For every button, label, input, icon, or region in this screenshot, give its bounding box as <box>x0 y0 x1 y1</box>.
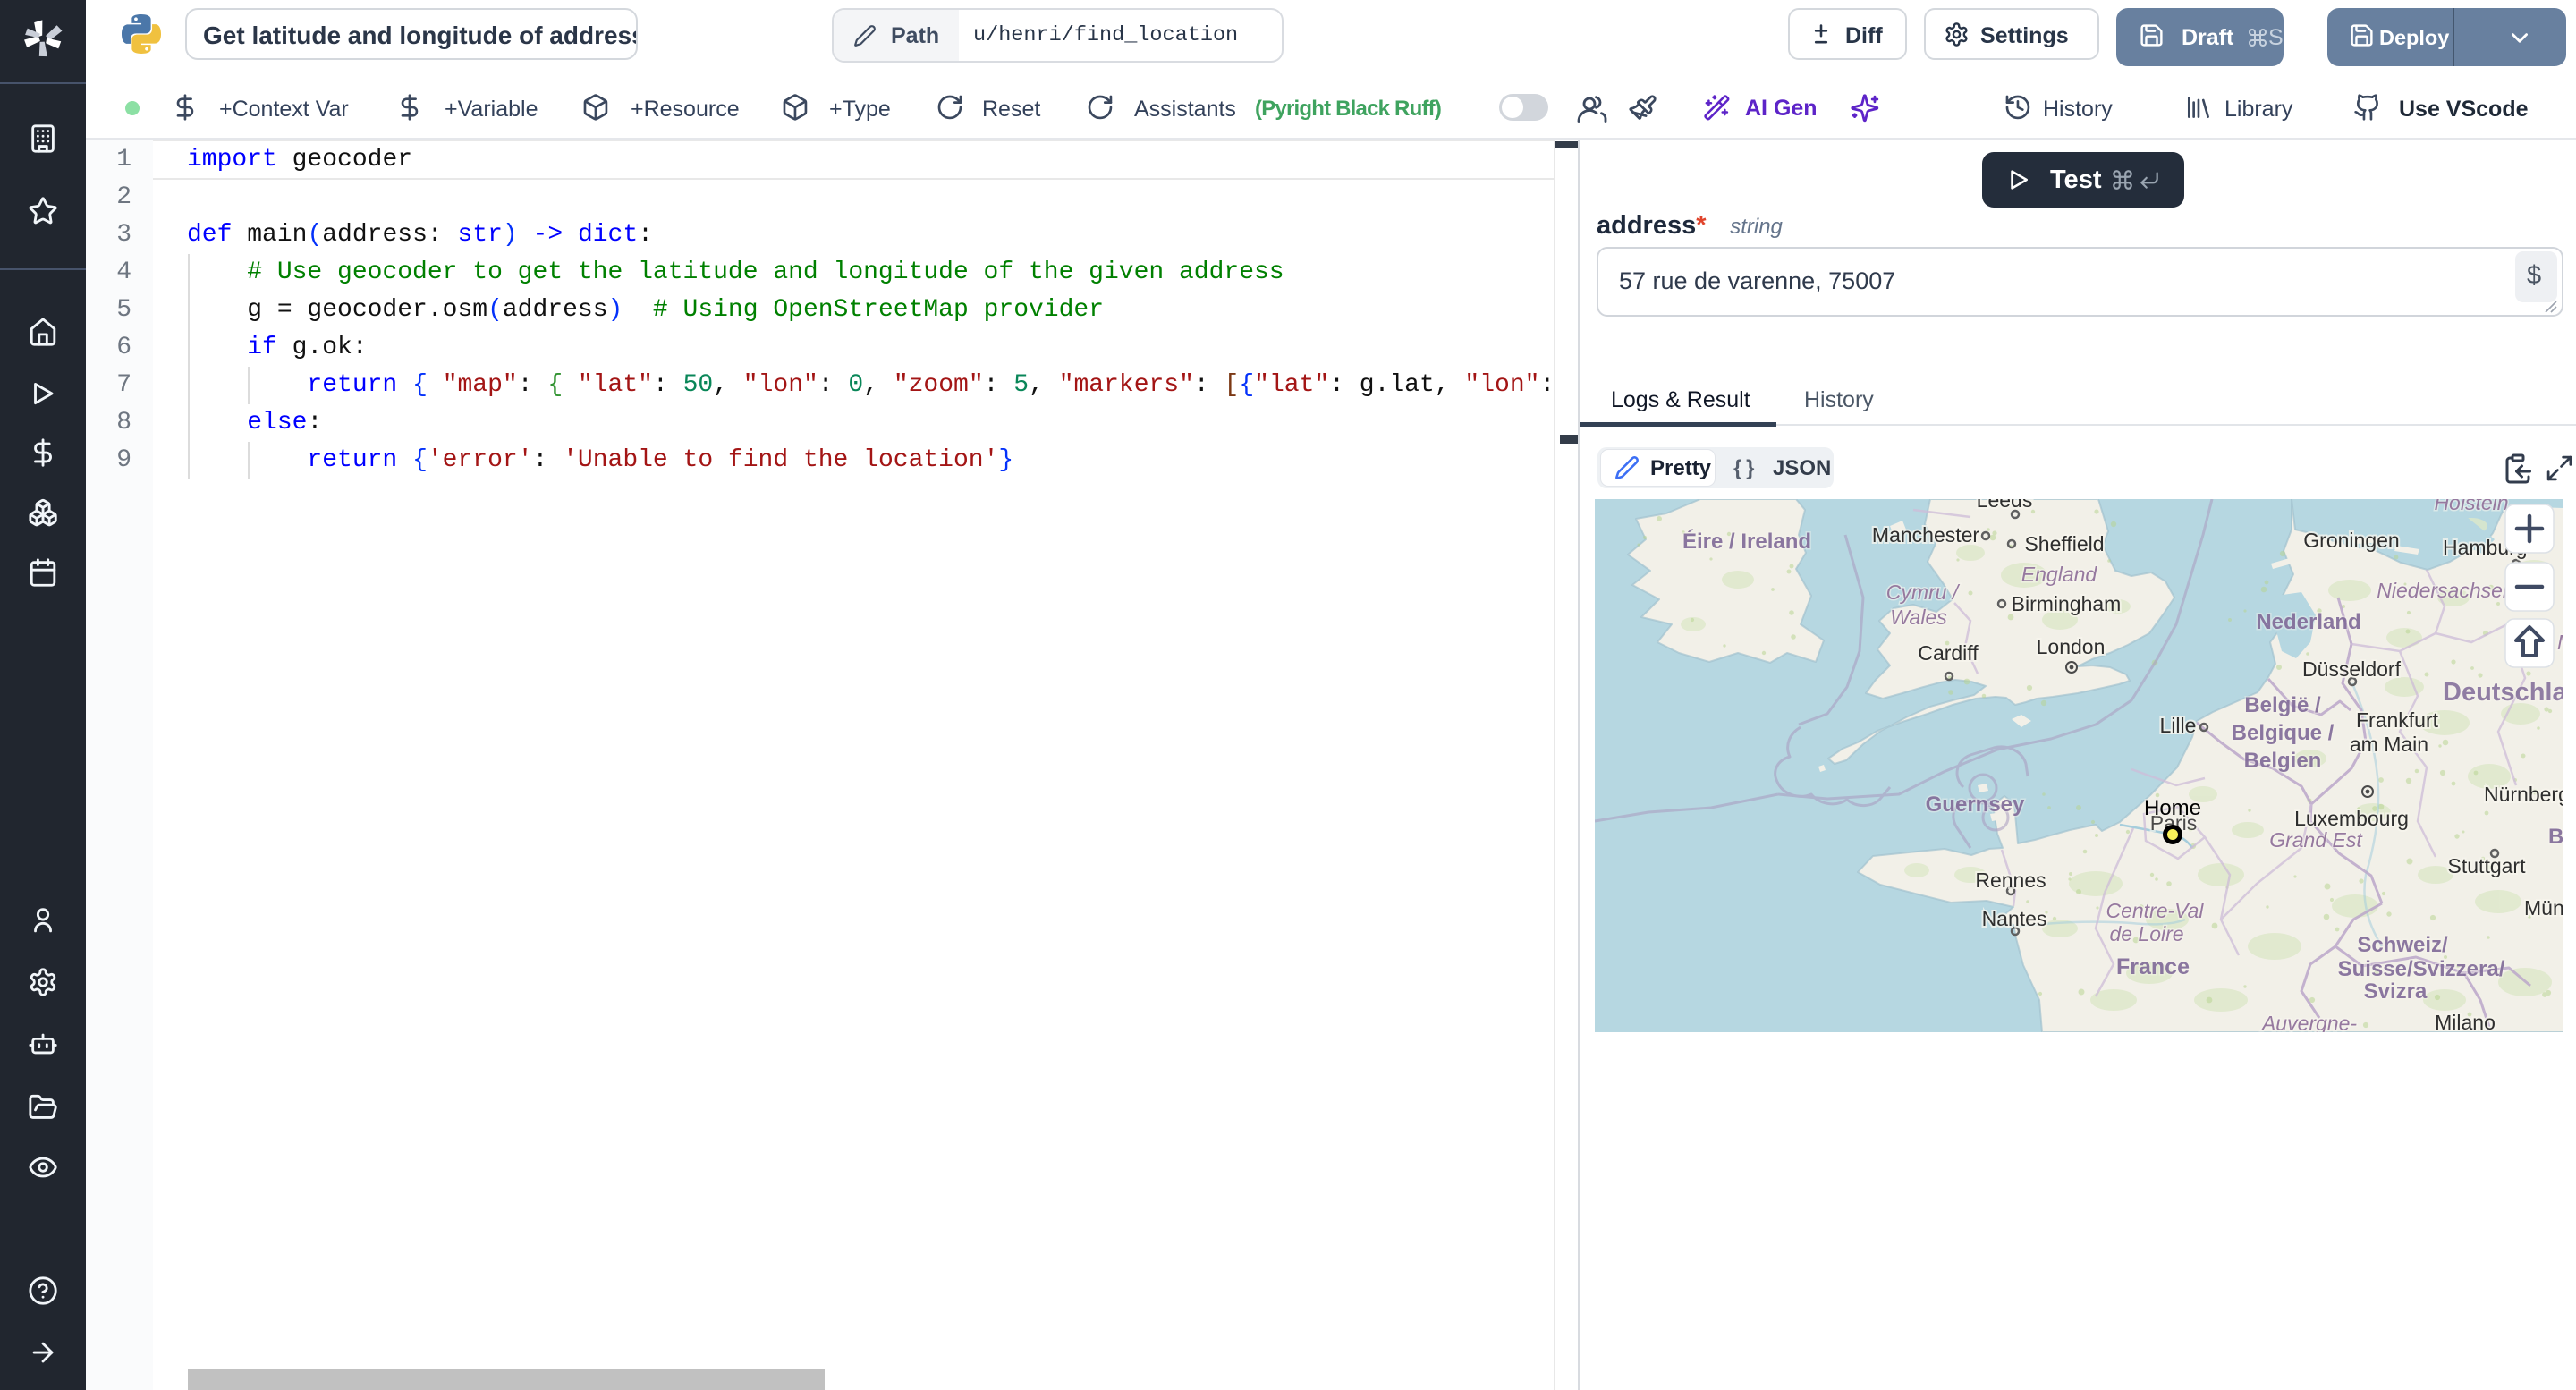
svg-text:Birmingham: Birmingham <box>2012 592 2122 615</box>
svg-text:France: France <box>2116 954 2190 979</box>
svg-text:England: England <box>2021 563 2098 586</box>
svg-text:Düsseldorf: Düsseldorf <box>2302 657 2402 681</box>
svg-text:Auvergne-: Auvergne- <box>2260 1012 2357 1032</box>
svg-text:Svizra: Svizra <box>2364 979 2428 1004</box>
svg-text:Stuttgart: Stuttgart <box>2448 854 2527 877</box>
svg-text:Cymru /: Cymru / <box>1886 581 1961 604</box>
svg-text:am Main: am Main <box>2350 733 2428 756</box>
svg-text:Cardiff: Cardiff <box>1918 641 1979 665</box>
svg-text:Belgien: Belgien <box>2244 749 2322 773</box>
svg-text:Groningen: Groningen <box>2303 529 2399 552</box>
svg-text:Centre-Val: Centre-Val <box>2106 899 2204 922</box>
svg-text:België /: België / <box>2244 693 2321 717</box>
svg-text:Lille: Lille <box>2160 714 2197 737</box>
svg-text:Éire / Ireland: Éire / Ireland <box>1682 529 1811 554</box>
svg-text:Schweiz/: Schweiz/ <box>2357 933 2448 957</box>
svg-text:Guernsey: Guernsey <box>1926 792 2025 817</box>
svg-text:Frankfurt: Frankfurt <box>2356 708 2439 732</box>
svg-text:de Loire: de Loire <box>2109 922 2183 945</box>
svg-text:Nantes: Nantes <box>1982 907 2047 930</box>
svg-text:Wales: Wales <box>1890 606 1947 629</box>
svg-text:Deutschland: Deutschland <box>2443 678 2563 707</box>
svg-text:Leeds: Leeds <box>1977 499 2033 512</box>
svg-text:Home: Home <box>2144 796 2201 820</box>
svg-text:Milano: Milano <box>2435 1011 2496 1032</box>
svg-text:Ba: Ba <box>2548 825 2563 849</box>
svg-text:Niedersachsen: Niedersachsen <box>2377 579 2513 602</box>
svg-text:Luxembourg: Luxembourg <box>2294 807 2409 830</box>
svg-text:Belgique /: Belgique / <box>2232 721 2334 745</box>
svg-text:Suisse/Svizzera/: Suisse/Svizzera/ <box>2338 957 2505 981</box>
svg-text:Nürnberg: Nürnberg <box>2484 783 2563 806</box>
svg-text:Holstein: Holstein <box>2434 499 2508 514</box>
svg-text:Rennes: Rennes <box>1975 869 2046 892</box>
svg-text:London: London <box>2037 635 2106 658</box>
svg-text:München: München <box>2524 896 2563 920</box>
svg-text:Manchester: Manchester <box>1872 523 1980 547</box>
svg-text:Grand Est: Grand Est <box>2269 828 2363 852</box>
svg-text:Nederland: Nederland <box>2256 610 2360 634</box>
svg-text:M: M <box>2557 631 2563 654</box>
svg-text:Sheffield: Sheffield <box>2024 532 2104 555</box>
